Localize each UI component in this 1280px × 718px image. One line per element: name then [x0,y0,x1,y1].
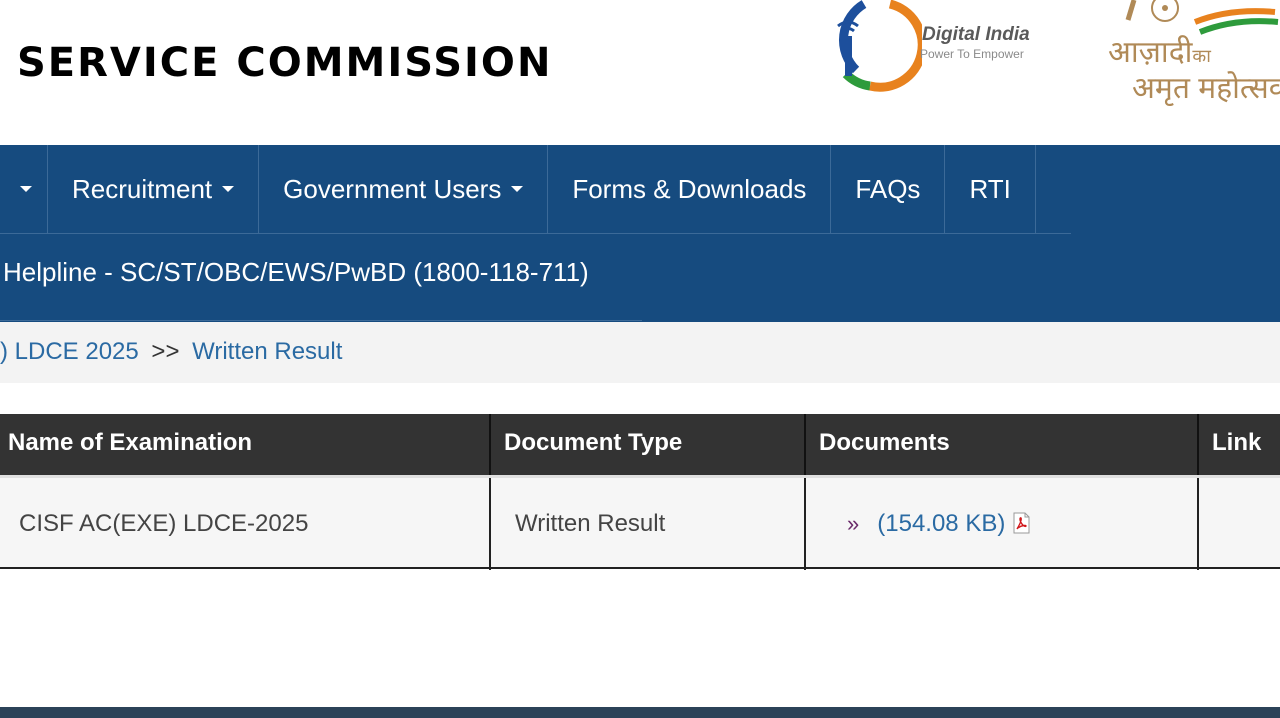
nav-item-label: Recruitment [72,173,213,204]
table-row: CISF AC(EXE) LDCE-2025 Written Result » (… [0,475,1280,570]
caret-down-icon [20,186,32,192]
nav-item-label: Government Users [283,173,502,204]
nav-item-rti[interactable]: RTI [945,145,1036,233]
nav-item-overflow[interactable] [0,145,48,233]
helpline-divider [0,320,642,321]
document-download-link[interactable]: (154.08 KB) [877,510,1005,537]
footer-bar [0,707,1280,718]
nav-item-faqs[interactable]: FAQs [831,145,946,233]
breadcrumb-trail: ) LDCE 2025 >> Written Result [0,338,342,366]
azadi-line2: अमृत महोत्सव [1132,72,1280,105]
nav-item-recruitment[interactable]: Recruitment [48,145,260,233]
helpline-link[interactable]: Helpline - SC/ST/OBC/EWS/PwBD (1800-118-… [3,257,589,288]
column-header-documents: Documents [806,414,1199,475]
nav-item-forms-downloads[interactable]: Forms & Downloads [548,145,832,233]
nav-item-label: RTI [969,173,1011,204]
digital-india-name: Digital India [922,24,1030,45]
breadcrumb-current[interactable]: Written Result [192,338,342,365]
table-header: Name of Examination Document Type Docume… [0,414,1280,475]
digital-india-tagline: Power To Empower [920,47,1024,61]
nav-menu: Recruitment Government Users Forms & Dow… [0,145,1036,233]
azadi-ka-amrit-mahotsav-logo[interactable]: आज़ादीका अमृत महोत्सव [1100,0,1280,110]
main-navbar: Recruitment Government Users Forms & Dow… [0,145,1280,322]
cell-link [1199,478,1280,570]
caret-down-icon [511,186,524,192]
nav-item-label: FAQs [855,173,921,204]
digital-india-logo[interactable]: Digital India Power To Empower [826,0,1036,92]
column-header-doc-type: Document Type [491,414,806,475]
bullet-arrow-icon: » [847,511,860,536]
breadcrumb: ) LDCE 2025 >> Written Result [0,322,1280,383]
nav-divider [0,233,1071,234]
breadcrumb-parent-link[interactable]: ) LDCE 2025 [0,338,139,365]
column-header-exam: Name of Examination [0,414,491,475]
site-title: SERVICE COMMISSION [17,40,553,86]
site-header: SERVICE COMMISSION Digital India Power T… [0,0,1280,145]
caret-down-icon [222,186,235,192]
cell-exam-name: CISF AC(EXE) LDCE-2025 [0,478,491,570]
column-header-link: Link [1212,429,1262,456]
breadcrumb-separator: >> [151,338,180,365]
pdf-icon[interactable] [1013,512,1030,534]
nav-item-label: Forms & Downloads [572,173,807,204]
digital-india-emblem-icon [837,0,922,92]
cell-doc-type: Written Result [491,478,806,570]
azadi-line1: आज़ादीका [1108,36,1211,69]
nav-item-government-users[interactable]: Government Users [259,145,549,233]
cell-documents: » (154.08 KB) [806,478,1199,570]
